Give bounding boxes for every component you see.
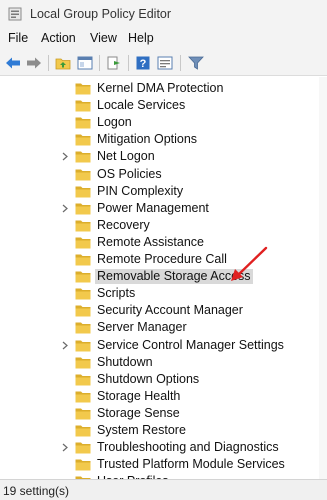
folder-icon: [75, 374, 91, 386]
tree-item[interactable]: Mitigation Options: [0, 131, 327, 148]
tree-item[interactable]: Locale Services: [0, 97, 327, 114]
folder-icon: [75, 169, 91, 180]
tree-item-label: Server Manager: [97, 320, 187, 335]
toolbar-separator: [99, 55, 100, 71]
vertical-scrollbar[interactable]: [319, 77, 327, 479]
menu-help[interactable]: Help: [128, 31, 154, 45]
tree-item[interactable]: Kernel DMA Protection: [0, 80, 327, 97]
tree-item[interactable]: Shutdown Options: [0, 371, 327, 388]
folder-icon: [75, 305, 91, 317]
menu-view[interactable]: View: [90, 31, 117, 45]
tree-item-label: Removable Storage Access: [95, 269, 253, 285]
tree-item[interactable]: Net Logon: [0, 148, 327, 165]
show-hide-tree-icon[interactable]: [75, 53, 95, 73]
folder-icon: [75, 186, 91, 198]
chevron-right-icon[interactable]: [61, 204, 69, 213]
tree-item-label: PIN Complexity: [97, 183, 184, 198]
toolbar: ?: [0, 50, 327, 76]
folder-icon: [75, 83, 91, 95]
tree-item[interactable]: Power Management: [0, 200, 327, 217]
tree-item[interactable]: Server Manager: [0, 319, 327, 336]
chevron-right-icon[interactable]: [61, 341, 69, 350]
tree-item-label: System Restore: [97, 423, 186, 437]
tree-item-label: Net Logon: [97, 149, 155, 164]
tree-item-label: Shutdown: [97, 354, 153, 369]
folder-icon: [75, 203, 91, 215]
folder-icon: [75, 408, 91, 420]
tree-item-label: OS Policies: [97, 166, 162, 181]
tree-item[interactable]: Storage Health: [0, 388, 327, 405]
folder-icon: [75, 254, 91, 266]
tree-item-label: Power Management: [97, 200, 209, 215]
tree-view[interactable]: Kernel DMA Protection Locale Services Logo…: [0, 77, 327, 479]
title-bar: Local Group Policy Editor: [0, 0, 327, 28]
tree-item[interactable]: Service Control Manager Settings: [0, 337, 327, 354]
tree-item-label: Remote Procedure Call: [97, 252, 227, 266]
back-arrow-icon[interactable]: [3, 53, 23, 73]
tree-item-label: Locale Services: [97, 98, 186, 113]
folder-icon: [75, 391, 91, 403]
tree-item[interactable]: PIN Complexity: [0, 183, 327, 200]
filter-icon[interactable]: [186, 53, 206, 73]
properties-icon[interactable]: [155, 53, 175, 73]
tree-item-label: Shutdown Options: [97, 371, 200, 386]
tree-item[interactable]: Shutdown: [0, 354, 327, 371]
tree-item[interactable]: System Restore: [0, 422, 327, 439]
folder-icon: [75, 134, 91, 146]
menu-bar: File Action View Help: [0, 28, 327, 50]
tree-item[interactable]: Storage Sense: [0, 405, 327, 422]
tree-item-label: Logon: [97, 115, 132, 130]
status-text: 19 setting(s): [3, 484, 70, 498]
folder-icon: [75, 220, 91, 232]
tree-item-label: Recovery: [97, 217, 150, 232]
chevron-right-icon[interactable]: [61, 443, 69, 452]
tree-item-label: Storage Sense: [97, 405, 180, 420]
tree-item[interactable]: Troubleshooting and Diagnostics: [0, 439, 327, 456]
up-folder-icon[interactable]: [53, 53, 73, 73]
tree-item-label: Storage Health: [97, 388, 181, 403]
folder-icon: [75, 340, 91, 351]
folder-icon: [75, 117, 91, 129]
folder-icon: [75, 237, 91, 249]
status-bar: 19 setting(s): [0, 479, 327, 500]
tree-item[interactable]: Scripts: [0, 285, 327, 302]
chevron-right-icon[interactable]: [61, 152, 69, 161]
folder-icon: [75, 322, 91, 334]
tree-item-label: Service Control Manager Settings: [97, 337, 284, 352]
svg-text:?: ?: [140, 58, 147, 70]
tree-item-label: Trusted Platform Module Services: [97, 457, 285, 472]
folder-icon: [75, 459, 91, 471]
tree-item[interactable]: Removable Storage Access: [0, 268, 327, 285]
forward-arrow-icon[interactable]: [24, 53, 44, 73]
tree-item-label: Scripts: [97, 286, 136, 301]
tree-item-label: Security Account Manager: [97, 303, 243, 318]
tree-item-label: Mitigation Options: [97, 132, 198, 147]
toolbar-separator: [48, 55, 49, 71]
window-title: Local Group Policy Editor: [30, 7, 172, 21]
folder-icon: [75, 271, 91, 283]
tree-item-label: Remote Assistance: [97, 234, 204, 249]
tree-item[interactable]: Remote Assistance: [0, 234, 327, 251]
tree-item-label: Troubleshooting and Diagnostics: [97, 440, 279, 455]
help-icon[interactable]: ?: [133, 53, 153, 73]
folder-icon: [75, 357, 91, 369]
tree-item[interactable]: Security Account Manager: [0, 302, 327, 319]
folder-icon: [75, 100, 91, 112]
tree-item[interactable]: Recovery: [0, 217, 327, 234]
tree-item[interactable]: Logon: [0, 114, 327, 131]
tree-item[interactable]: Trusted Platform Module Services: [0, 456, 327, 473]
menu-file[interactable]: File: [8, 31, 28, 45]
export-list-icon[interactable]: [104, 53, 124, 73]
folder-icon: [75, 425, 91, 437]
toolbar-separator: [128, 55, 129, 71]
tree-item-label: Kernel DMA Protection: [97, 81, 224, 95]
menu-action[interactable]: Action: [41, 31, 76, 45]
tree-item[interactable]: OS Policies: [0, 166, 327, 183]
folder-icon: [75, 442, 91, 454]
toolbar-separator: [180, 55, 181, 71]
policy-editor-icon: [8, 7, 22, 21]
folder-icon: [75, 288, 91, 300]
folder-icon: [75, 151, 91, 163]
tree-item[interactable]: Remote Procedure Call: [0, 251, 327, 268]
